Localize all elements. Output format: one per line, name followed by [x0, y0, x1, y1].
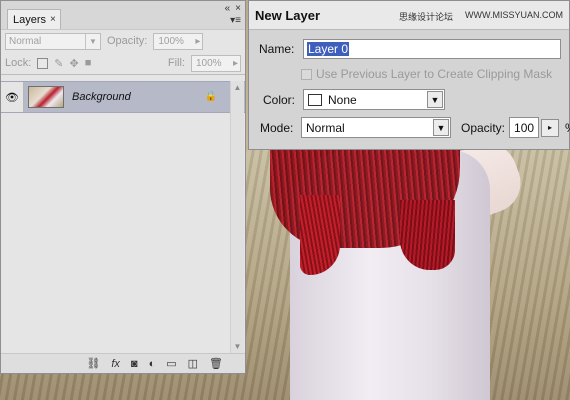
lock-row: Lock: ✎ ✥ ■ Fill: 100% ▸ [1, 52, 245, 75]
layer-name: Background [72, 91, 131, 103]
layer-row-background[interactable]: 👁 Background 🔒 [1, 81, 245, 113]
link-icon[interactable]: ⛓ [86, 357, 100, 370]
mode-select[interactable]: Normal ▼ [301, 117, 451, 138]
clipping-mask-checkbox[interactable] [301, 68, 312, 80]
scrollbar[interactable]: ▲ ▼ [230, 81, 244, 353]
panel-menu-icon[interactable]: ▾≡ [230, 15, 241, 26]
opacity-label: Opacity: [107, 35, 148, 47]
mode-label: Mode: [260, 120, 294, 135]
close-icon[interactable]: × [50, 14, 56, 25]
lock-all-icon[interactable]: ■ [85, 57, 92, 69]
chevron-right-icon: ▸ [195, 35, 201, 47]
lock-move-icon[interactable]: ✥ [70, 57, 79, 70]
opacity-field[interactable]: 100% ▸ [153, 32, 204, 50]
group-icon[interactable]: ▭ [166, 357, 176, 370]
watermark-url: WWW.MISSYUAN.COM [465, 10, 563, 20]
eye-icon[interactable]: 👁 [1, 82, 24, 112]
blend-row: Normal ▼ Opacity: 100% ▸ [1, 30, 245, 52]
adjustment-icon[interactable]: ◐ [149, 358, 156, 370]
chevron-right-icon: ▸ [232, 57, 238, 69]
lock-label: Lock: [5, 57, 32, 69]
lock-icon: 🔒 [204, 91, 217, 102]
fx-icon[interactable]: fx [111, 358, 120, 370]
chevron-right-icon[interactable]: ▸ [541, 118, 560, 137]
chevron-down-icon: ▼ [433, 119, 449, 136]
color-swatch [308, 93, 322, 106]
close-panel-icon[interactable]: × [235, 3, 241, 14]
fill-field[interactable]: 100% ▸ [191, 54, 241, 72]
opacity-value: 100 [514, 120, 535, 135]
name-row: Name: Layer 0 [259, 39, 561, 59]
collapse-icon[interactable]: « [225, 3, 231, 14]
chevron-up-icon[interactable]: ▲ [232, 83, 243, 92]
chevron-down-icon: ▼ [85, 33, 100, 49]
layers-footer: ⛓ fx ◙ ◐ ▭ ◫ 🗑 [1, 353, 245, 373]
tab-label: Layers [13, 13, 47, 26]
lock-options: ✎ ✥ ■ [37, 57, 91, 70]
chevron-down-icon[interactable]: ▼ [232, 342, 243, 351]
mode-row: Mode: Normal ▼ Opacity: 100 ▸ % [260, 117, 570, 138]
color-label: Color: [263, 92, 296, 107]
clip-row: Use Previous Layer to Create Clipping Ma… [301, 67, 552, 81]
color-value: None [328, 92, 357, 107]
layer-thumbnail [28, 86, 64, 108]
red-hair-strand [400, 200, 455, 270]
blend-mode-select[interactable]: Normal ▼ [5, 32, 101, 50]
name-label: Name: [259, 42, 295, 56]
opacity-value: 100% [158, 35, 184, 47]
fill-label: Fill: [167, 57, 185, 69]
clipping-mask-label: Use Previous Layer to Create Clipping Ma… [316, 67, 553, 81]
lock-transparent-icon[interactable] [37, 57, 49, 69]
blend-mode-value: Normal [9, 35, 42, 47]
color-select-value-wrap: None [308, 93, 357, 107]
name-value: Layer 0 [307, 42, 350, 56]
name-input[interactable]: Layer 0 [303, 39, 561, 59]
layers-panel: Layers × « × ▾≡ Normal ▼ Opacity: 100% ▸… [0, 0, 246, 374]
chevron-down-icon: ▼ [427, 91, 443, 108]
new-layer-dialog: New Layer 思缘设计论坛 WWW.MISSYUAN.COM Name: … [248, 0, 570, 150]
panel-window-controls: « × [225, 3, 241, 14]
watermark: 思缘设计论坛 WWW.MISSYUAN.COM [399, 10, 563, 23]
tab-layers[interactable]: Layers × [7, 9, 61, 29]
lock-brush-icon[interactable]: ✎ [54, 57, 63, 70]
mode-value: Normal [306, 120, 345, 135]
opacity-label: Opacity: [461, 120, 506, 135]
red-hair-strand [300, 195, 340, 275]
watermark-cn: 思缘设计论坛 [398, 12, 453, 22]
dialog-title-text: New Layer [255, 7, 321, 23]
color-select[interactable]: None ▼ [303, 89, 445, 110]
trash-icon[interactable]: 🗑 [209, 357, 223, 370]
color-row: Color: None ▼ [263, 89, 445, 110]
panel-header: Layers × « × ▾≡ [1, 1, 245, 30]
opacity-unit: % [565, 121, 570, 135]
new-layer-icon[interactable]: ◫ [188, 357, 198, 370]
fill-value: 100% [196, 57, 222, 69]
mask-icon[interactable]: ◙ [131, 358, 138, 370]
opacity-input[interactable]: 100 [509, 117, 540, 138]
